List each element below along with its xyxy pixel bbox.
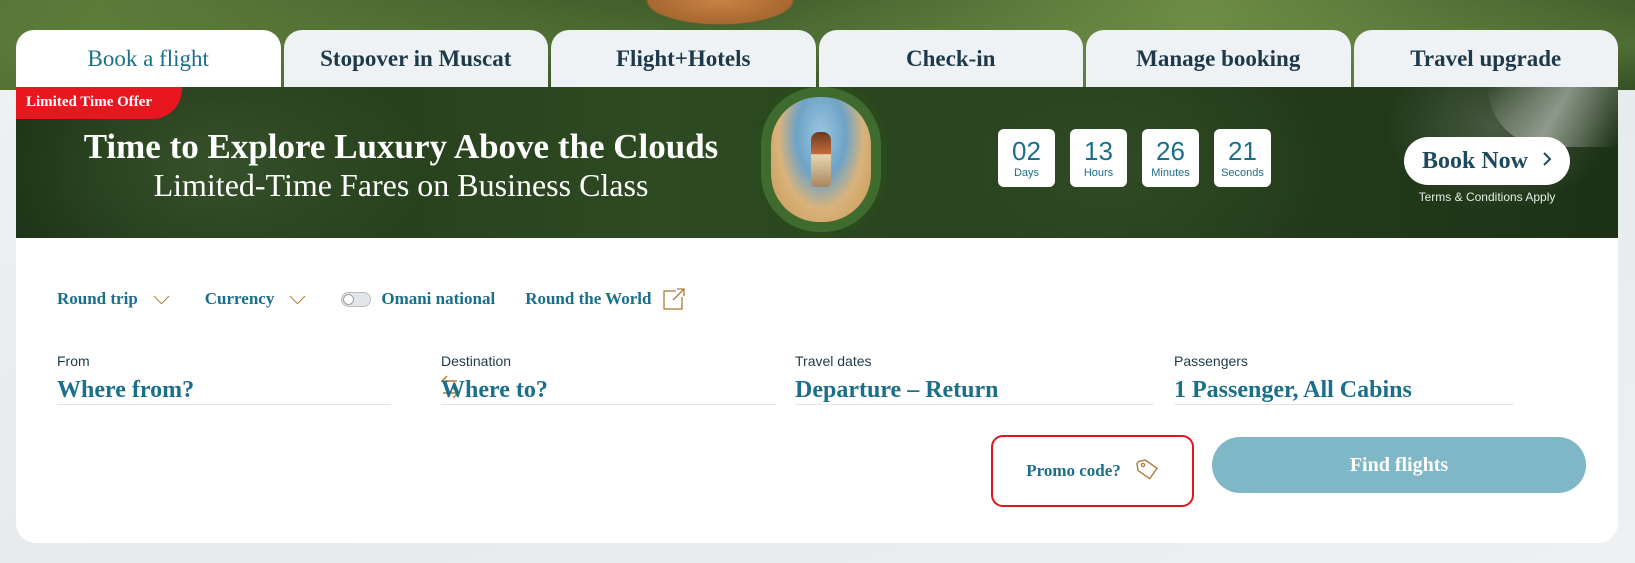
destination-value: Where to?	[441, 377, 548, 403]
terms-conditions-note: Terms & Conditions Apply	[1418, 190, 1556, 204]
travel-dates-value: Departure – Return	[795, 377, 999, 403]
chevron-down-icon	[290, 288, 306, 304]
tag-icon	[1135, 457, 1159, 486]
flight-search-panel: Round trip Currency Omani national Round…	[16, 238, 1618, 543]
passengers-field[interactable]: Passengers 1 Passenger, All Cabins	[1174, 353, 1514, 405]
countdown-value: 02	[1012, 136, 1041, 166]
passengers-value: 1 Passenger, All Cabins	[1174, 377, 1412, 403]
search-options: Round trip Currency Omani national Round…	[57, 288, 686, 310]
countdown-hours: 13 Hours	[1070, 129, 1127, 187]
trip-type-label: Round trip	[57, 289, 138, 308]
promo-code-label: Promo code?	[1026, 461, 1121, 480]
countdown-days: 02 Days	[998, 129, 1055, 187]
book-now-button[interactable]: Book Now	[1404, 137, 1570, 185]
airplane-window-image	[771, 97, 871, 222]
promo-banner[interactable]: Limited Time Offer Time to Explore Luxur…	[16, 87, 1618, 238]
banner-subtitle: Limited-Time Fares on Business Class	[153, 167, 649, 203]
destination-field[interactable]: Destination Where to?	[441, 353, 776, 405]
toggle-switch[interactable]	[341, 291, 372, 307]
chevron-down-icon	[153, 288, 170, 304]
tab-manage-booking[interactable]: Manage booking	[1086, 30, 1351, 87]
find-flights-button[interactable]: Find flights	[1212, 437, 1586, 493]
banner-title: Time to Explore Luxury Above the Clouds	[83, 127, 719, 166]
limited-offer-badge: Limited Time Offer	[16, 87, 183, 119]
countdown-unit: Hours	[1083, 167, 1114, 179]
countdown-value: 21	[1228, 136, 1257, 166]
countdown-value: 13	[1084, 136, 1113, 166]
search-fields: From Where from? Destination Where to? T…	[57, 353, 1597, 413]
chevron-right-icon	[1542, 150, 1552, 173]
countdown-value: 26	[1156, 136, 1185, 166]
omani-national-label: Omani national	[381, 289, 496, 308]
toggle-knob	[343, 293, 355, 305]
trip-type-dropdown[interactable]: Round trip	[57, 288, 170, 309]
round-the-world-link[interactable]: Round the World	[525, 288, 686, 310]
passengers-label: Passengers	[1174, 353, 1248, 369]
travel-dates-field[interactable]: Travel dates Departure – Return	[795, 353, 1154, 405]
travel-dates-label: Travel dates	[795, 353, 872, 369]
external-link-icon	[663, 288, 686, 310]
countdown-unit: Seconds	[1221, 167, 1264, 179]
currency-label: Currency	[204, 289, 275, 308]
countdown-timer: 02 Days 13 Hours 26 Minutes 21 Seconds	[998, 129, 1271, 187]
booking-tabs: Book a flight Stopover in Muscat Flight+…	[16, 30, 1618, 87]
promo-code-link[interactable]: Promo code?	[991, 435, 1194, 507]
from-field[interactable]: From Where from?	[57, 353, 391, 405]
tab-flight-hotels[interactable]: Flight+Hotels	[551, 30, 816, 87]
currency-dropdown[interactable]: Currency	[204, 288, 306, 309]
countdown-seconds: 21 Seconds	[1214, 129, 1271, 187]
round-the-world-label: Round the World	[525, 289, 652, 308]
tab-travel-upgrade[interactable]: Travel upgrade	[1353, 30, 1618, 87]
countdown-minutes: 26 Minutes	[1142, 129, 1199, 187]
countdown-unit: Minutes	[1151, 167, 1190, 179]
tab-stopover-in-muscat[interactable]: Stopover in Muscat	[283, 30, 548, 87]
omani-national-toggle[interactable]: Omani national	[341, 289, 495, 309]
tab-check-in[interactable]: Check-in	[818, 30, 1083, 87]
countdown-unit: Days	[1013, 167, 1040, 179]
tab-book-a-flight[interactable]: Book a flight	[16, 30, 281, 87]
from-label: From	[57, 353, 90, 369]
from-value: Where from?	[57, 377, 195, 403]
traveler-figure	[811, 132, 831, 187]
destination-label: Destination	[441, 353, 512, 369]
book-now-label: Book Now	[1421, 147, 1529, 174]
